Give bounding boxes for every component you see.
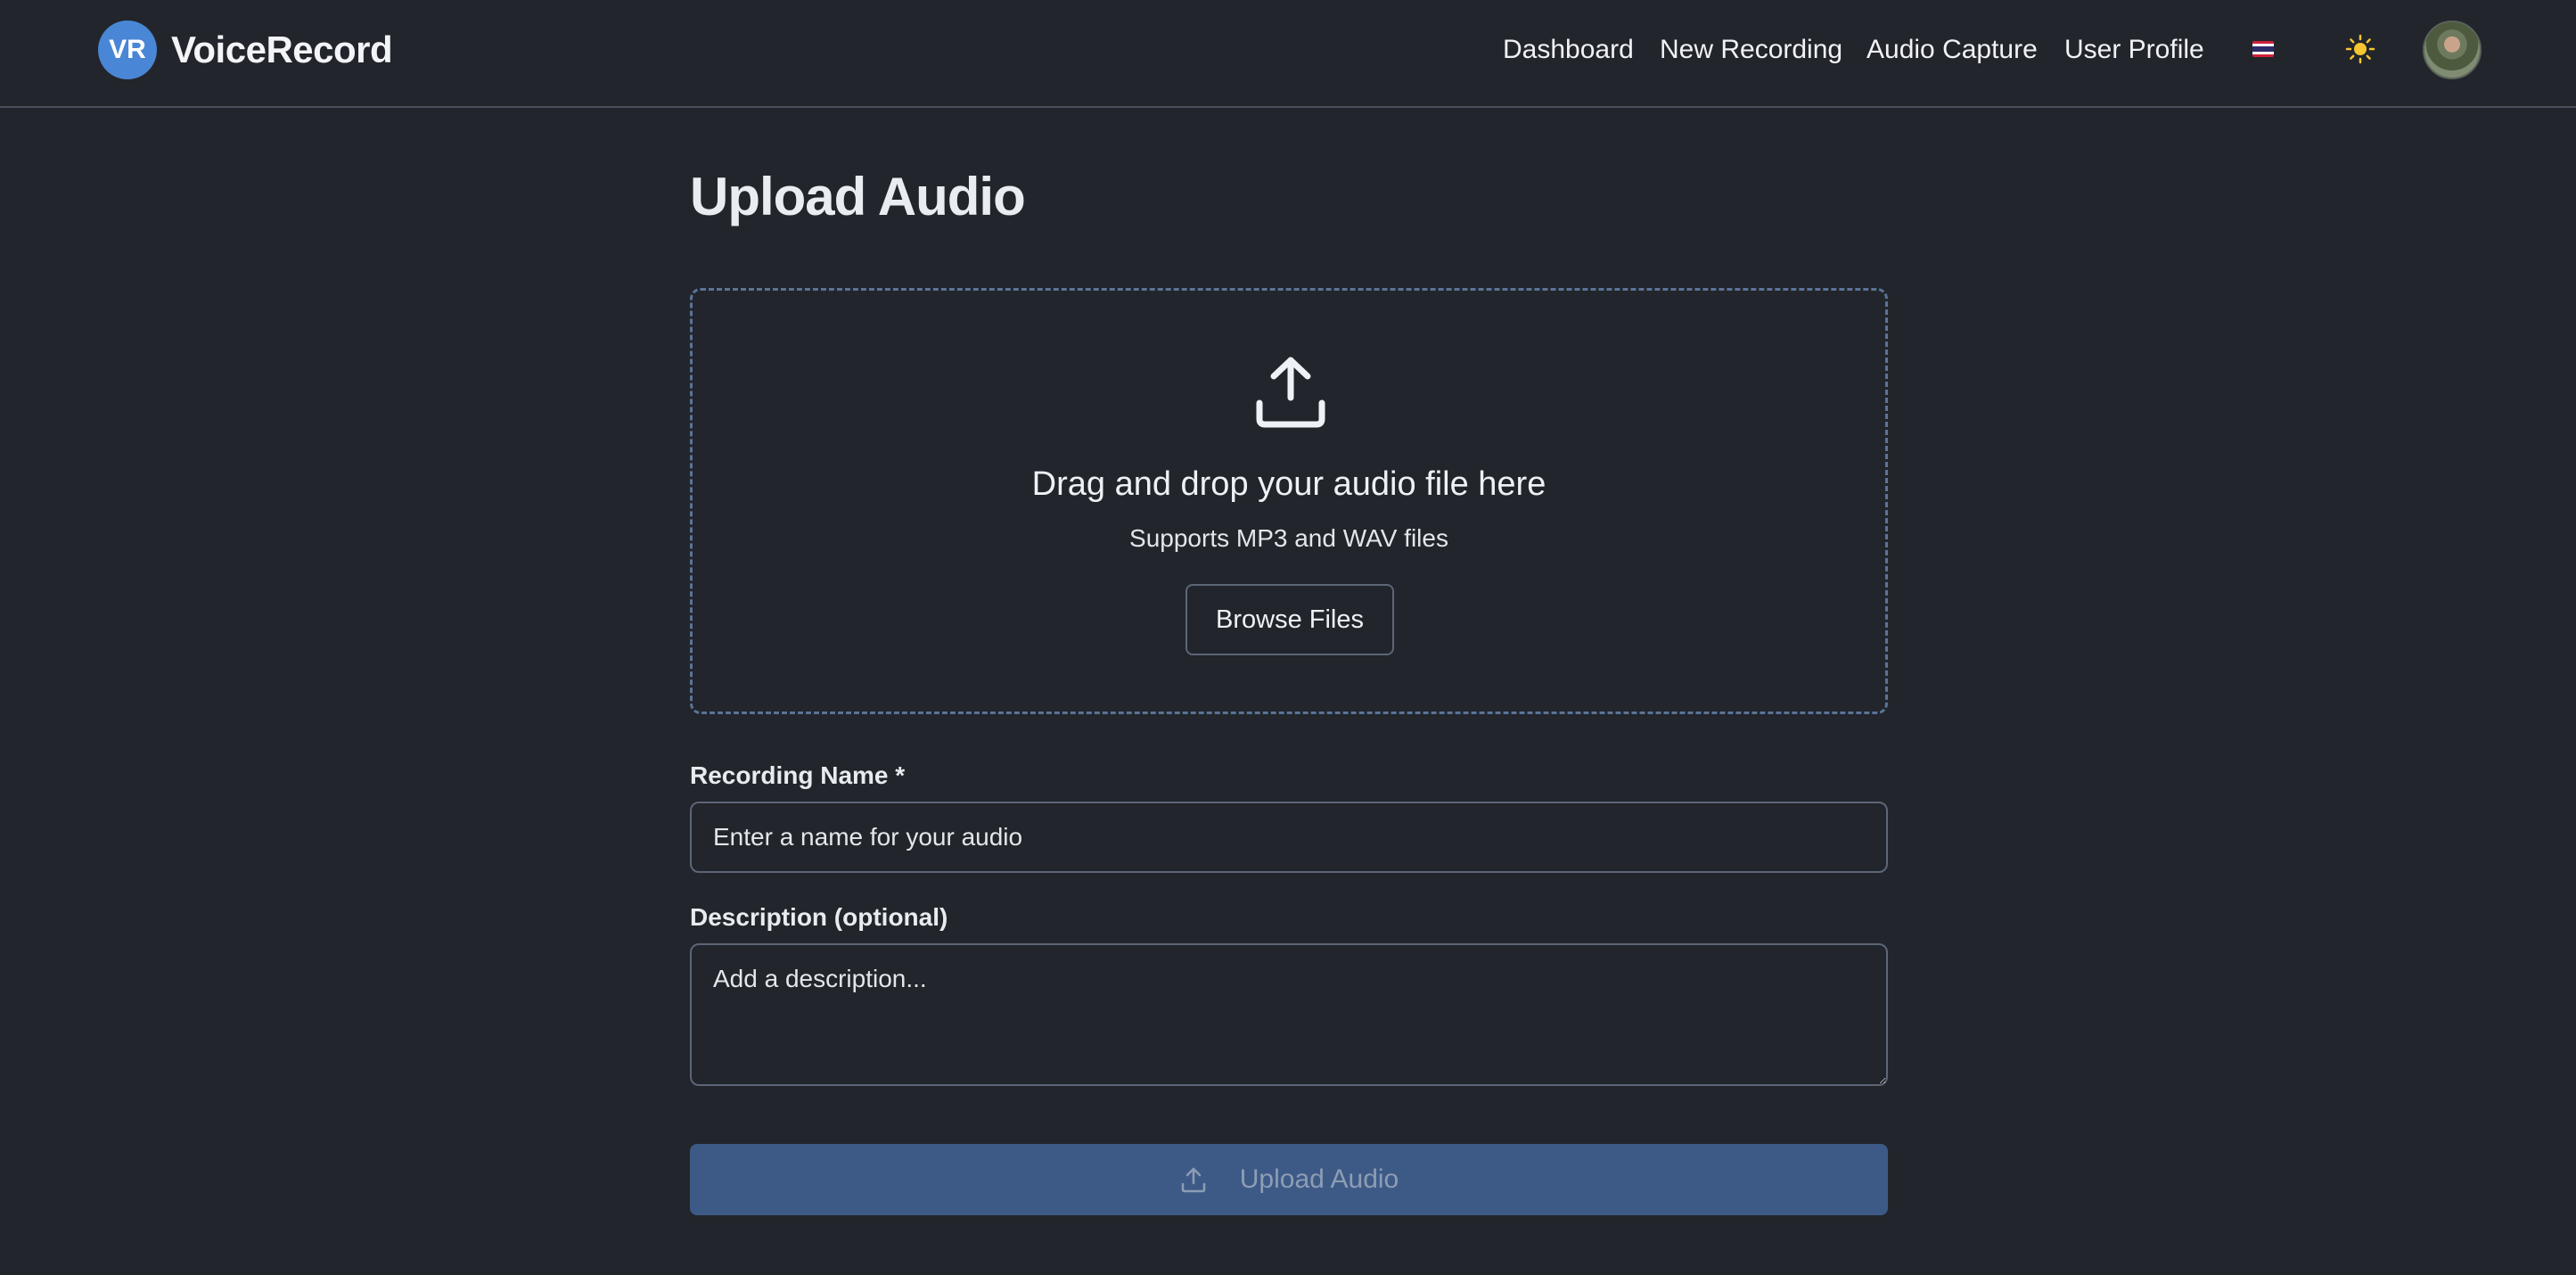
upload-icon — [1256, 357, 1325, 428]
upload-audio-button-label: Upload Audio — [1239, 1164, 1399, 1194]
description-label: Description (optional) — [690, 903, 948, 931]
user-avatar[interactable] — [2423, 21, 2482, 79]
nav-link-new-recording[interactable]: New Recording — [1660, 27, 1842, 73]
brand-badge: VR — [98, 21, 157, 79]
upload-audio-button[interactable]: Upload Audio — [690, 1144, 1888, 1215]
dropzone-subtitle: Supports MP3 and WAV files — [1129, 524, 1448, 552]
sun-icon[interactable] — [2345, 34, 2375, 64]
file-dropzone[interactable]: Drag and drop your audio file here Suppo… — [690, 288, 1888, 714]
recording-name-label: Recording Name * — [690, 761, 906, 789]
upload-icon — [1181, 1167, 1205, 1193]
nav-link-user-profile[interactable]: User Profile — [2064, 27, 2204, 73]
thailand-flag-icon[interactable] — [2252, 41, 2274, 57]
recording-name-input[interactable] — [690, 802, 1888, 873]
dropzone-title: Drag and drop your audio file here — [1031, 465, 1546, 503]
brand-logo[interactable]: VR VoiceRecord — [98, 21, 393, 79]
page-title: Upload Audio — [690, 167, 1026, 226]
nav-link-dashboard[interactable]: Dashboard — [1503, 27, 1634, 73]
brand-name: VoiceRecord — [171, 29, 393, 70]
nav-link-audio-capture[interactable]: Audio Capture — [1866, 27, 2038, 73]
browse-files-button[interactable]: Browse Files — [1185, 584, 1394, 655]
description-textarea[interactable] — [690, 943, 1888, 1086]
top-navbar: VR VoiceRecord Dashboard New Recording A… — [0, 0, 2576, 108]
